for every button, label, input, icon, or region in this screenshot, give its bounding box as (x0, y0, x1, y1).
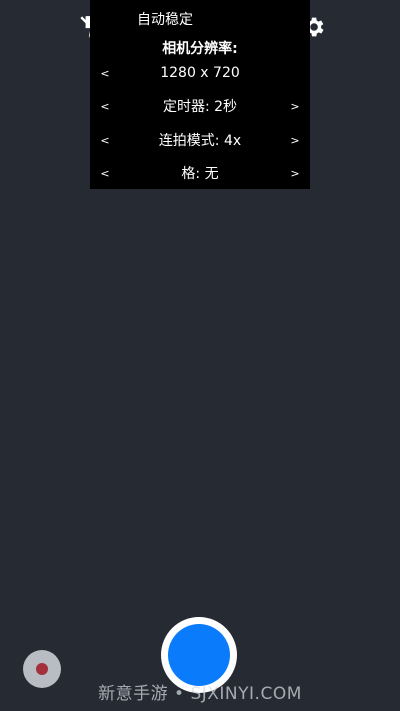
timer-row: < 定时器: 2秒 > (90, 91, 310, 121)
burst-prev-button[interactable]: < (90, 125, 120, 155)
resolution-value: 1280 x 720 (160, 65, 240, 81)
grid-row: < 格: 无 > (90, 158, 310, 188)
timer-value: 定时器: 2秒 (162, 99, 238, 115)
timer-prev-button[interactable]: < (90, 91, 120, 121)
grid-prev-button[interactable]: < (90, 158, 120, 188)
shutter-inner (168, 624, 230, 686)
auto-stabilize-option[interactable]: 自动稳定 (137, 9, 193, 29)
watermark: 新意手游 • SJXINYI.COM (98, 684, 302, 704)
grid-next-button[interactable]: > (280, 158, 310, 188)
resolution-prev-button[interactable]: < (90, 58, 120, 88)
settings-popup: 自动稳定 相机分辨率: < 1280 x 720 < 定时器: 2秒 > < 连… (90, 0, 310, 189)
camera-viewport: 自动稳定 相机分辨率: < 1280 x 720 < 定时器: 2秒 > < 连… (0, 0, 400, 711)
record-dot-icon (36, 663, 48, 675)
burst-mode-row: < 连拍模式: 4x > (90, 125, 310, 155)
burst-mode-value: 连拍模式: 4x (158, 133, 242, 149)
grid-value: 格: 无 (181, 166, 219, 182)
timer-next-button[interactable]: > (280, 91, 310, 121)
burst-next-button[interactable]: > (280, 125, 310, 155)
resolution-row: < 1280 x 720 (90, 58, 310, 88)
resolution-title: 相机分辨率: (162, 41, 238, 57)
